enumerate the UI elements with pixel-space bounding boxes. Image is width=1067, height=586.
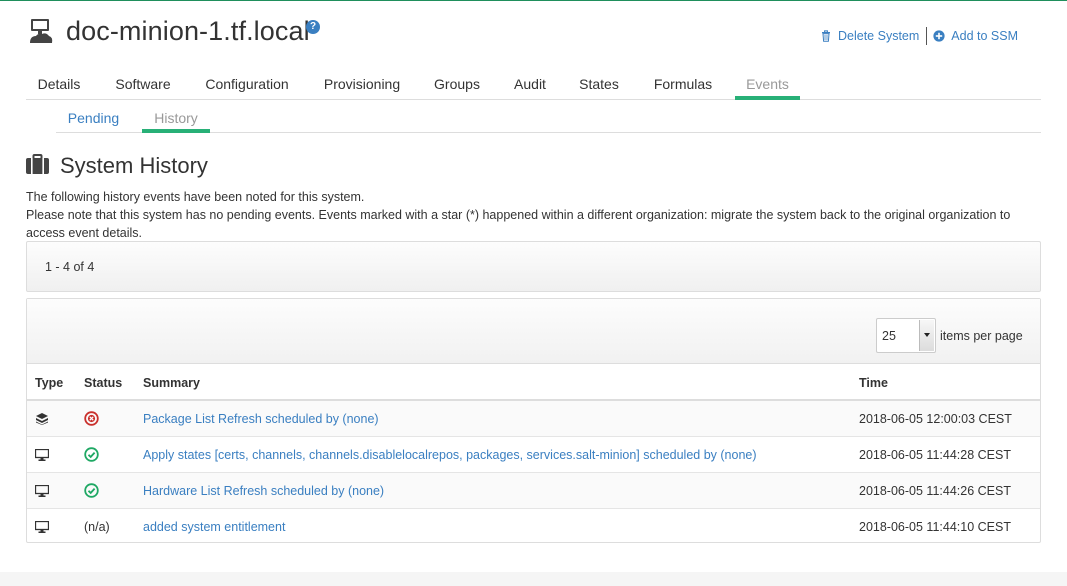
system-tabs: Details Software Configuration Provision…: [26, 74, 1041, 100]
description-line-2: Please note that this system has no pend…: [26, 208, 1011, 240]
system-icon: [30, 19, 53, 43]
add-to-ssm-button[interactable]: Add to SSM: [933, 29, 1018, 43]
plus-circle-icon: [933, 30, 945, 42]
column-header-status: Status: [84, 376, 123, 390]
result-count-panel: 1 - 4 of 4: [26, 241, 1041, 292]
suitcase-icon: [26, 154, 49, 174]
table-toolbar: 25 items per page: [27, 299, 1040, 364]
section-title: System History: [60, 153, 208, 178]
tab-audit[interactable]: Audit: [504, 74, 556, 100]
items-per-page-value: 25: [882, 329, 896, 343]
system-title: doc-minion-1.tf.local: [66, 16, 310, 46]
tab-software[interactable]: Software: [108, 74, 178, 100]
tab-events[interactable]: Events: [735, 74, 800, 100]
subtab-history[interactable]: History: [142, 108, 210, 133]
package-icon: [36, 413, 48, 425]
event-summary-link[interactable]: Package List Refresh scheduled by (none): [143, 412, 379, 426]
tab-groups[interactable]: Groups: [426, 74, 488, 100]
event-time: 2018-06-05 11:44:10 CEST: [859, 520, 1011, 534]
monitor-icon: [35, 521, 49, 533]
description-line-1: The following history events have been n…: [26, 190, 365, 204]
table-row: (n/a) added system entitlement 2018-06-0…: [27, 509, 1040, 545]
subtab-pending[interactable]: Pending: [56, 108, 131, 133]
column-header-time[interactable]: Time: [859, 376, 888, 390]
event-time: 2018-06-05 12:00:03 CEST: [859, 412, 1012, 426]
header-actions: Delete System Add to SSM: [820, 27, 1018, 45]
monitor-icon: [35, 485, 49, 497]
event-status-text: (n/a): [84, 520, 110, 534]
result-count: 1 - 4 of 4: [45, 260, 95, 274]
add-to-ssm-label: Add to SSM: [951, 29, 1018, 43]
delete-system-button[interactable]: Delete System: [820, 29, 919, 43]
event-summary-link[interactable]: Apply states [certs, channels, channels.…: [143, 448, 757, 462]
completed-icon: [84, 483, 99, 498]
table-row: Apply states [certs, channels, channels.…: [27, 437, 1040, 473]
column-header-type: Type: [35, 376, 64, 390]
page-footer-strip: [0, 572, 1067, 586]
items-per-page-label: items per page: [940, 329, 1023, 343]
action-separator: [926, 27, 928, 45]
table-row: Package List Refresh scheduled by (none)…: [27, 401, 1040, 437]
event-time: 2018-06-05 11:44:28 CEST: [859, 448, 1011, 462]
tab-states[interactable]: States: [571, 74, 627, 100]
event-summary-link[interactable]: Hardware List Refresh scheduled by (none…: [143, 484, 384, 498]
failed-icon: [84, 411, 99, 426]
question-circle-icon[interactable]: ?: [306, 20, 320, 34]
trash-icon: [822, 30, 830, 42]
tab-details[interactable]: Details: [26, 74, 92, 100]
monitor-icon: [35, 449, 49, 461]
delete-system-label: Delete System: [838, 29, 920, 43]
tab-configuration[interactable]: Configuration: [196, 74, 298, 100]
chevron-down-icon[interactable]: [919, 320, 934, 351]
event-subtabs: Pending History: [56, 108, 1041, 133]
table-row: Hardware List Refresh scheduled by (none…: [27, 473, 1040, 509]
completed-icon: [84, 447, 99, 462]
history-description: The following history events have been n…: [26, 188, 1046, 242]
column-header-summary: Summary: [143, 376, 200, 390]
history-table-panel: 25 items per page Type Status Summary Ti…: [26, 298, 1041, 543]
tab-formulas[interactable]: Formulas: [645, 74, 721, 100]
event-summary-link[interactable]: added system entitlement: [143, 520, 285, 534]
event-time: 2018-06-05 11:44:26 CEST: [859, 484, 1011, 498]
tab-provisioning[interactable]: Provisioning: [317, 74, 407, 100]
items-per-page-select[interactable]: 25: [876, 318, 936, 353]
page: doc-minion-1.tf.local ? Delete System Ad…: [0, 0, 1067, 586]
